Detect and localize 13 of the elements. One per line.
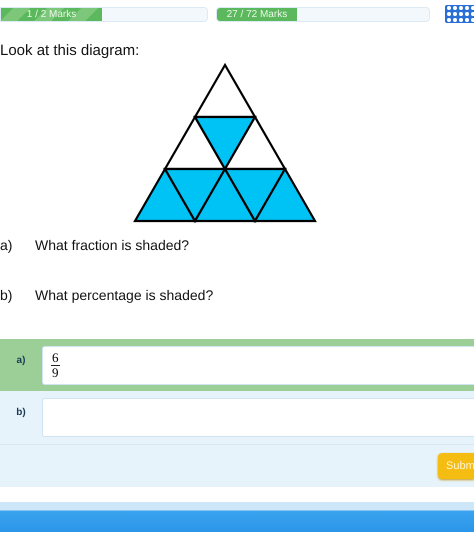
answer-field[interactable] xyxy=(42,398,474,437)
part-label: a) xyxy=(0,237,14,253)
question-text: What percentage is shaded? xyxy=(35,287,214,303)
fraction: 6 9 xyxy=(51,350,60,380)
progress-label: 27 / 72 Marks xyxy=(226,8,288,20)
grid-menu-icon[interactable] xyxy=(444,5,474,23)
answer-field[interactable]: 6 9 xyxy=(42,346,474,384)
question-text: Look at this diagram: xyxy=(0,42,140,59)
progress-label: 1 / 2 Marks xyxy=(26,8,76,20)
answer-label: b) xyxy=(15,407,27,418)
question-text: What fraction is shaded? xyxy=(35,237,190,253)
answer-label: a) xyxy=(16,354,26,366)
part-label: b) xyxy=(0,287,14,303)
